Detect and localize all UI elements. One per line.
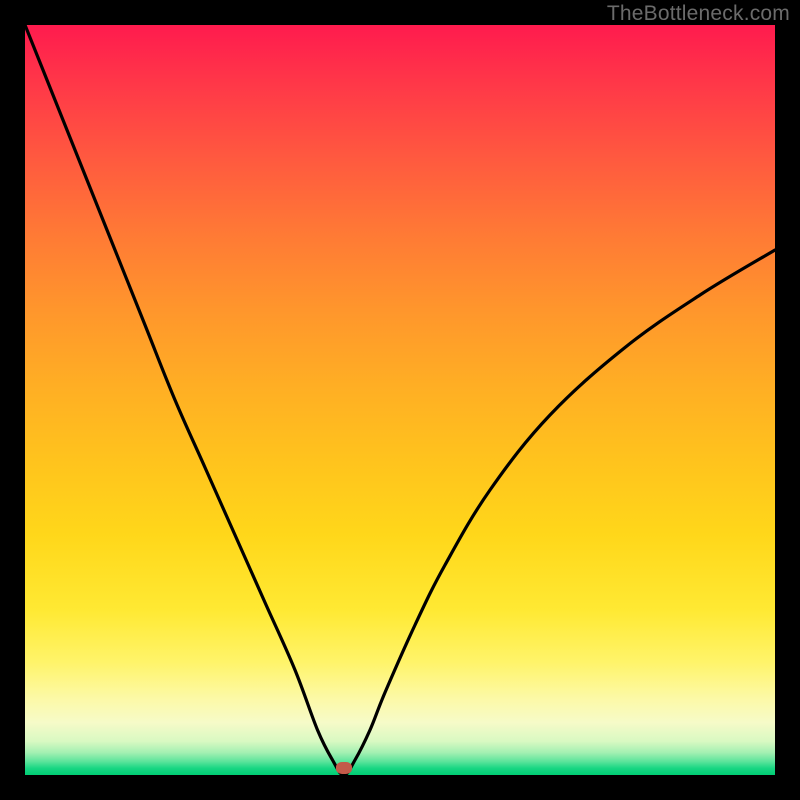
plot-area: [25, 25, 775, 775]
chart-frame: TheBottleneck.com: [0, 0, 800, 800]
watermark-text: TheBottleneck.com: [607, 2, 790, 26]
bottleneck-curve: [25, 25, 775, 775]
optimal-marker: [336, 762, 352, 774]
